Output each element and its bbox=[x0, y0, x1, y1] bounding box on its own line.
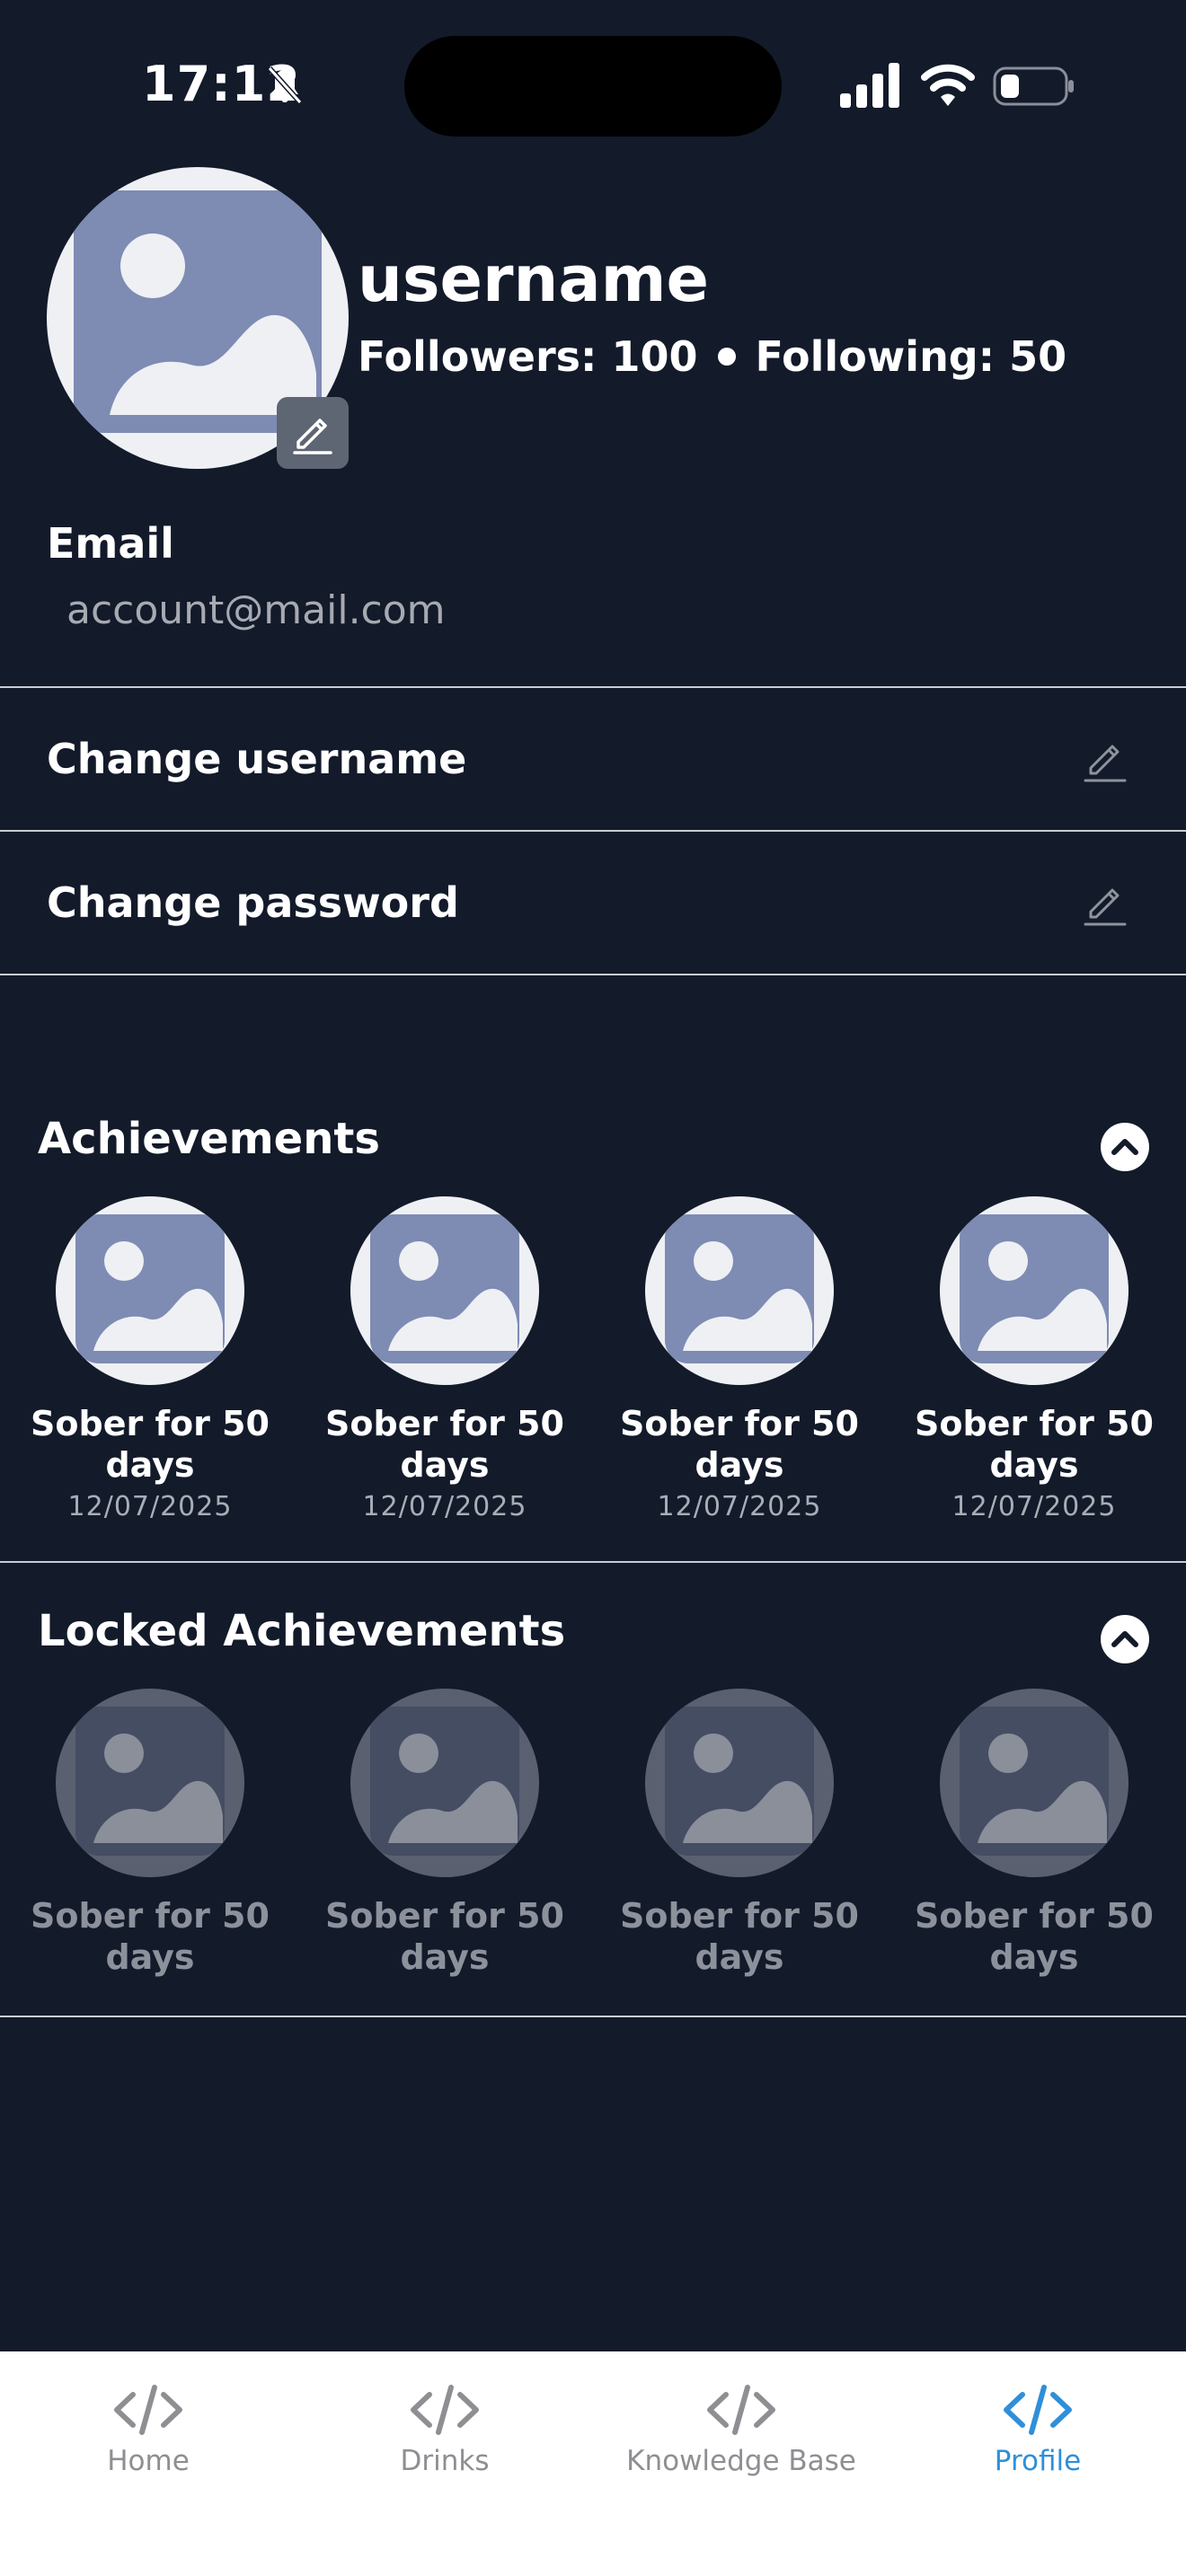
achievement-name: Sober for 50 days bbox=[915, 1896, 1154, 1977]
achievement-name: Sober for 50 days bbox=[325, 1404, 564, 1485]
locked-achievement-item[interactable]: Sober for 50 days bbox=[310, 1689, 580, 1978]
locked-achievements-collapse-button[interactable] bbox=[1101, 1615, 1149, 1663]
achievement-name: Sober for 50 days bbox=[31, 1896, 270, 1977]
follow-stats: Followers: 100 Following: 50 bbox=[358, 332, 1067, 381]
dynamic-island bbox=[404, 36, 782, 137]
separator-dot bbox=[717, 347, 736, 366]
achievement-date: 12/07/2025 bbox=[657, 1491, 822, 1522]
locked-achievement-item[interactable]: Sober for 50 days bbox=[899, 1689, 1169, 1978]
achievement-item[interactable]: Sober for 50 days 12/07/2025 bbox=[899, 1196, 1169, 1522]
battery-icon bbox=[993, 66, 1075, 106]
image-placeholder-icon bbox=[370, 1707, 519, 1856]
tab-drinks[interactable]: Drinks bbox=[296, 2378, 593, 2477]
email-label: Email bbox=[47, 519, 174, 568]
pencil-icon[interactable] bbox=[1078, 876, 1132, 930]
achievement-badge bbox=[350, 1196, 539, 1385]
tab-bar: Home Drinks Knowledge Base Profile bbox=[0, 2351, 1186, 2576]
achievement-item[interactable]: Sober for 50 days 12/07/2025 bbox=[605, 1196, 874, 1522]
achievement-name: Sober for 50 days bbox=[31, 1404, 270, 1485]
chevron-up-icon bbox=[1111, 1139, 1138, 1155]
followers-count[interactable]: Followers: 100 bbox=[358, 332, 698, 381]
locked-achievements-title: Locked Achievements bbox=[38, 1606, 566, 1656]
achievement-date: 12/07/2025 bbox=[67, 1491, 233, 1522]
locked-achievement-badge bbox=[350, 1689, 539, 1877]
bell-off-icon bbox=[264, 65, 305, 106]
achievement-name: Sober for 50 days bbox=[915, 1404, 1154, 1485]
achievement-name: Sober for 50 days bbox=[325, 1896, 564, 1977]
achievements-title: Achievements bbox=[38, 1114, 380, 1164]
achievement-badge bbox=[645, 1196, 834, 1385]
image-placeholder-icon bbox=[665, 1707, 814, 1856]
change-password-row[interactable]: Change password bbox=[0, 832, 1186, 974]
divider bbox=[0, 2016, 1186, 2017]
divider bbox=[0, 1561, 1186, 1563]
achievement-name: Sober for 50 days bbox=[620, 1404, 859, 1485]
achievement-badge bbox=[56, 1196, 244, 1385]
pencil-icon[interactable] bbox=[1078, 732, 1132, 786]
wifi-icon bbox=[921, 61, 975, 108]
code-icon bbox=[114, 2385, 182, 2435]
locked-achievement-badge bbox=[940, 1689, 1128, 1877]
image-placeholder-icon bbox=[960, 1214, 1109, 1363]
locked-achievement-item[interactable]: Sober for 50 days bbox=[605, 1689, 874, 1978]
image-placeholder-icon bbox=[75, 1707, 225, 1856]
locked-achievement-badge bbox=[645, 1689, 834, 1877]
code-icon bbox=[411, 2385, 479, 2435]
code-icon bbox=[1004, 2385, 1072, 2435]
edit-avatar-button[interactable] bbox=[277, 397, 349, 469]
pencil-icon bbox=[293, 419, 332, 454]
tab-drinks-label: Drinks bbox=[400, 2445, 490, 2477]
code-icon bbox=[707, 2385, 775, 2435]
change-password-label: Change password bbox=[47, 878, 459, 927]
tab-profile-label: Profile bbox=[994, 2445, 1082, 2477]
tab-knowledge-base-label: Knowledge Base bbox=[626, 2445, 856, 2477]
username-text: username bbox=[358, 243, 709, 316]
locked-achievement-item[interactable]: Sober for 50 days bbox=[15, 1689, 285, 1978]
achievement-date: 12/07/2025 bbox=[951, 1491, 1117, 1522]
tab-home-label: Home bbox=[107, 2445, 190, 2477]
achievement-item[interactable]: Sober for 50 days 12/07/2025 bbox=[15, 1196, 285, 1522]
achievement-date: 12/07/2025 bbox=[362, 1491, 527, 1522]
following-count[interactable]: Following: 50 bbox=[756, 332, 1067, 381]
achievement-badge bbox=[940, 1196, 1128, 1385]
tab-knowledge-base[interactable]: Knowledge Base bbox=[593, 2378, 890, 2477]
email-value: account@mail.com bbox=[66, 587, 446, 633]
chevron-up-icon bbox=[1111, 1631, 1138, 1647]
change-username-row[interactable]: Change username bbox=[0, 688, 1186, 830]
divider bbox=[0, 974, 1186, 975]
achievement-name: Sober for 50 days bbox=[620, 1896, 859, 1977]
tab-home[interactable]: Home bbox=[0, 2378, 296, 2477]
image-placeholder-icon bbox=[75, 1214, 225, 1363]
achievement-item[interactable]: Sober for 50 days 12/07/2025 bbox=[310, 1196, 580, 1522]
tab-profile[interactable]: Profile bbox=[890, 2378, 1186, 2477]
locked-achievement-badge bbox=[56, 1689, 244, 1877]
image-placeholder-icon bbox=[370, 1214, 519, 1363]
cellular-signal-icon bbox=[840, 63, 901, 108]
image-placeholder-icon bbox=[960, 1707, 1109, 1856]
image-placeholder-icon bbox=[665, 1214, 814, 1363]
change-username-label: Change username bbox=[47, 735, 467, 783]
achievements-collapse-button[interactable] bbox=[1101, 1123, 1149, 1171]
